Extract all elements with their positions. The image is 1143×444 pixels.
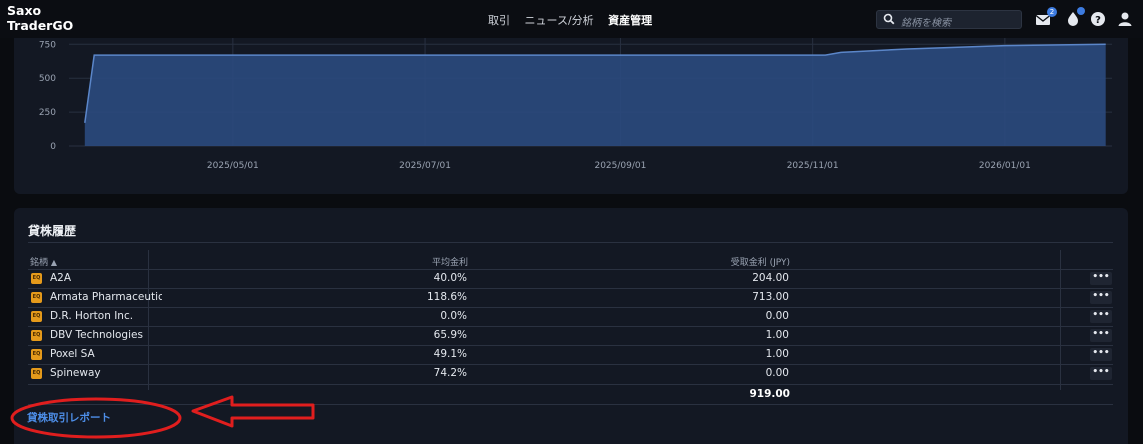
avg-rate: 0.0% [440,310,467,322]
y-tick-label: 0 [50,142,56,152]
search-input[interactable]: 銘柄を検索 [876,10,1022,29]
symbol-name: Spineway [50,367,101,379]
nav-trade[interactable]: 取引 [488,14,510,27]
main-nav: 取引 ニュース/分析 資産管理 [488,12,663,28]
received-interest: 1.00 [765,329,789,341]
equity-badge: EQ [31,368,42,379]
asset-chart-panel: 750 500 250 0 2025/05/01 2025/07/01 2025/09/01… [14,38,1128,194]
logo-line-2: TraderGO [7,18,74,33]
svg-text:?: ? [1095,15,1101,26]
column-header-symbol-label: 銘柄 [30,258,49,268]
table-row[interactable]: EQ Poxel SA 49.1% 1.00 ••• [28,345,1113,364]
symbol-name: Poxel SA [50,348,95,360]
user-icon[interactable] [1117,11,1133,27]
sort-asc-icon: ▲ [50,258,58,267]
lending-report-link[interactable]: 貸株取引レポート [27,410,111,425]
equity-badge: EQ [31,311,42,322]
x-tick-label: 2025/11/01 [787,161,839,171]
more-options-button[interactable]: ••• [1090,272,1112,285]
avg-rate: 40.0% [433,272,467,284]
symbol-name: DBV Technologies [50,329,143,341]
nav-news[interactable]: ニュース/分析 [525,14,594,27]
x-tick-label: 2026/01/01 [979,161,1031,171]
symbol-name: A2A [50,272,72,284]
table-row[interactable]: EQ A2A 40.0% 204.00 ••• [28,269,1113,288]
received-interest: 713.00 [752,291,789,303]
lending-history-panel: 貸株履歴 銘柄 ▲ 平均金利 受取金利 (JPY) EQ A2A 40.0% 2… [14,208,1128,444]
y-tick-label: 500 [39,74,56,84]
received-interest: 1.00 [765,348,789,360]
mail-badge: 2 [1047,7,1057,17]
title-divider [28,242,1113,243]
table-row[interactable]: EQ Armata Pharmaceuticals 118.6% 713.00 … [28,288,1113,307]
row-divider [28,384,1113,385]
more-options-button[interactable]: ••• [1090,348,1112,361]
series-area [84,44,1106,146]
equity-badge: EQ [31,330,42,341]
column-header-received[interactable]: 受取金利 (JPY) [731,255,790,268]
panel-title: 貸株履歴 [28,224,77,238]
nav-assets[interactable]: 資産管理 [608,14,652,27]
help-icon[interactable]: ? [1090,11,1106,27]
total-received: 919.00 [749,388,790,400]
top-bar: Saxo TraderGO 取引 ニュース/分析 資産管理 銘柄を検索 2 ? [0,0,1143,38]
table-row[interactable]: EQ DBV Technologies 65.9% 1.00 ••• [28,326,1113,345]
avg-rate: 74.2% [433,367,467,379]
search-icon [883,13,895,25]
avg-rate: 118.6% [426,291,467,303]
logo[interactable]: Saxo TraderGO [7,3,73,33]
y-tick-label: 250 [39,108,56,118]
received-interest: 0.00 [765,310,789,322]
column-header-avg-rate[interactable]: 平均金利 [432,255,468,268]
x-tick-label: 2025/05/01 [207,161,259,171]
received-interest: 0.00 [765,367,789,379]
asset-chart: 750 500 250 0 2025/05/01 2025/07/01 2025/09/01… [39,38,1112,171]
symbol-name: D.R. Horton Inc. [50,310,134,322]
total-divider [28,404,1113,405]
equity-badge: EQ [31,292,42,303]
more-options-button[interactable]: ••• [1090,367,1112,380]
symbol-name: Armata Pharmaceuticals [50,291,162,303]
equity-badge: EQ [31,349,42,360]
avg-rate: 65.9% [433,329,467,341]
x-tick-label: 2025/07/01 [399,161,451,171]
avg-rate: 49.1% [433,348,467,360]
equity-badge: EQ [31,273,42,284]
table-row[interactable]: EQ Spineway 74.2% 0.00 ••• [28,364,1113,383]
received-interest: 204.00 [752,272,789,284]
notification-dot [1077,7,1085,15]
table-row[interactable]: EQ D.R. Horton Inc. 0.0% 0.00 ••• [28,307,1113,326]
more-options-button[interactable]: ••• [1090,291,1112,304]
more-options-button[interactable]: ••• [1090,329,1112,342]
y-tick-label: 750 [39,40,56,50]
more-options-button[interactable]: ••• [1090,310,1112,323]
search-placeholder: 銘柄を検索 [901,18,951,29]
x-tick-label: 2025/09/01 [594,161,646,171]
column-header-symbol[interactable]: 銘柄 ▲ [30,255,57,268]
logo-line-1: Saxo [7,3,42,18]
